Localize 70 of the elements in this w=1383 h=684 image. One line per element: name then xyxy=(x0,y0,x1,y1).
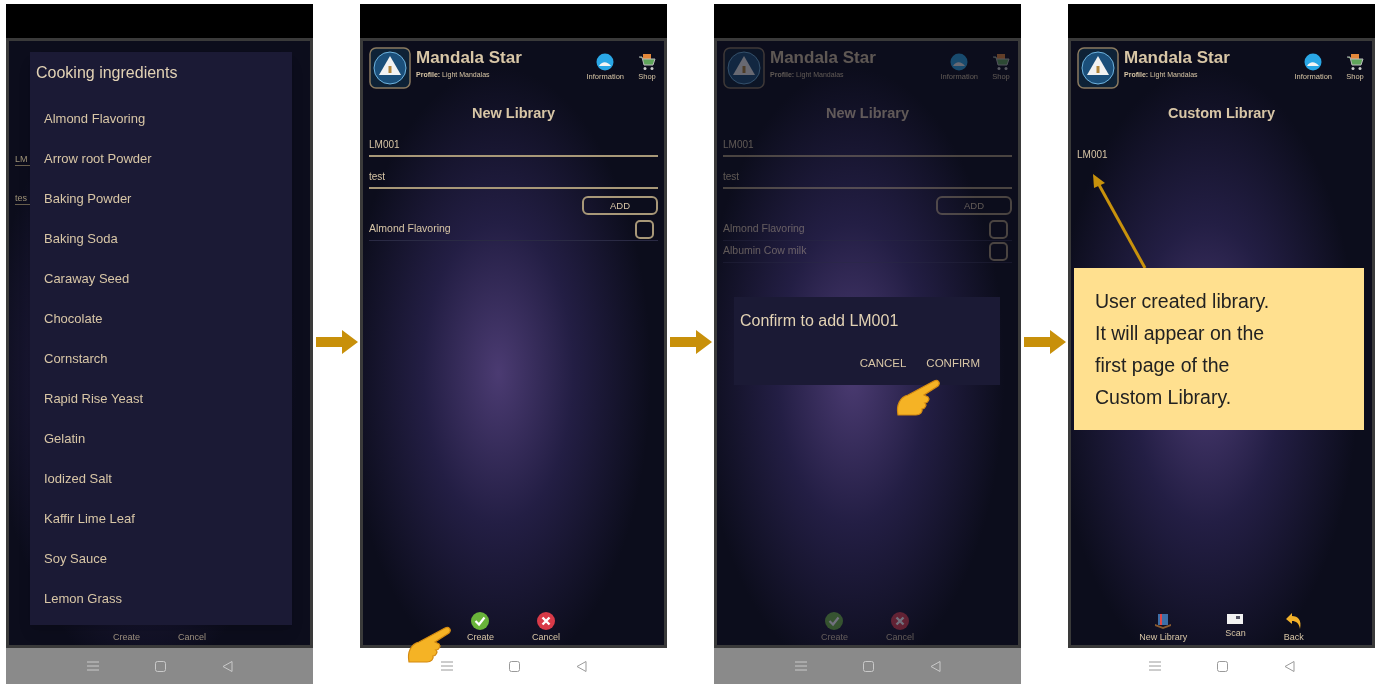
ingredient-option[interactable]: Rapid Rise Yeast xyxy=(30,379,292,419)
close-icon xyxy=(537,612,555,630)
menu-icon[interactable] xyxy=(86,661,99,671)
ingredient-name: Almond Flavoring xyxy=(723,221,805,237)
cart-icon xyxy=(1346,53,1364,71)
back-icon[interactable] xyxy=(929,660,941,672)
app-title: Mandala Star xyxy=(770,47,876,69)
cart-icon xyxy=(992,53,1010,71)
envelope-icon xyxy=(1226,612,1245,626)
app-title: Mandala Star xyxy=(1124,47,1230,69)
square-icon[interactable] xyxy=(508,660,520,672)
back-icon[interactable] xyxy=(221,660,233,672)
ingredient-option[interactable]: Gelatin xyxy=(30,419,292,459)
ingredient-option[interactable]: Lemon Grass xyxy=(30,579,292,619)
planet-icon xyxy=(1304,53,1323,71)
back-icon[interactable] xyxy=(575,660,587,672)
toolbar-button[interactable]: Cancel xyxy=(178,632,206,643)
app-logo xyxy=(723,47,765,89)
back-icon[interactable] xyxy=(1283,660,1295,672)
page-title: New Library xyxy=(826,104,909,123)
app-logo xyxy=(1077,47,1119,89)
ingredient-option[interactable]: Baking Powder xyxy=(30,179,292,219)
page-title: New Library xyxy=(472,104,555,123)
checkbox[interactable] xyxy=(635,219,654,239)
ingredient-option[interactable]: Iodized Salt xyxy=(30,459,292,499)
menu-icon[interactable] xyxy=(440,661,453,671)
ingredient-option[interactable]: Soy Sauce xyxy=(30,539,292,579)
input-field[interactable]: LM001 xyxy=(369,137,658,157)
planet-icon xyxy=(596,53,615,71)
toolbar-button[interactable]: Create xyxy=(113,632,140,643)
dialog-button[interactable]: CONFIRM xyxy=(926,355,980,373)
ingredient-option[interactable]: Arrow root Powder xyxy=(30,139,292,179)
library-item[interactable]: LM001 xyxy=(1077,148,1108,160)
ingredient-name: Albumin Cow milk xyxy=(723,243,807,259)
input-field[interactable]: test xyxy=(369,169,658,189)
app-logo xyxy=(369,47,411,89)
check-icon xyxy=(825,612,844,630)
page-title: Custom Library xyxy=(1167,104,1276,123)
toolbar-button[interactable]: Scan xyxy=(1225,612,1246,643)
ingredient-option[interactable]: Baking Soda xyxy=(30,219,292,259)
toolbar-button[interactable]: Back xyxy=(1283,612,1304,643)
toolbar-button[interactable]: Cancel xyxy=(532,612,560,643)
toolbar-button[interactable]: New Library xyxy=(1139,612,1188,643)
check-icon xyxy=(471,612,490,630)
dialog-title: Cooking ingredients xyxy=(35,63,179,83)
book-icon xyxy=(1154,612,1173,630)
menu-icon[interactable] xyxy=(794,661,807,671)
add-button[interactable]: ADD xyxy=(582,195,658,215)
ingredient-name: Almond Flavoring xyxy=(369,221,451,237)
app-title: Mandala Star xyxy=(416,47,522,69)
ingredient-option[interactable]: Chocolate xyxy=(30,299,292,339)
close-icon xyxy=(891,612,909,630)
square-icon[interactable] xyxy=(862,660,874,672)
dialog-button[interactable]: CANCEL xyxy=(859,355,907,373)
ingredient-option[interactable]: Almond Flavoring xyxy=(30,99,292,139)
square-icon[interactable] xyxy=(1216,660,1228,672)
back-arrow-icon xyxy=(1284,612,1303,630)
right-arrow-icon xyxy=(669,330,712,354)
ingredient-option[interactable]: Kaffir Lime Leaf xyxy=(30,499,292,539)
right-arrow-icon xyxy=(315,330,358,354)
menu-icon[interactable] xyxy=(1148,661,1161,671)
planet-icon xyxy=(950,53,969,71)
toolbar-button[interactable]: Create xyxy=(467,612,494,643)
callout-note: User created library. It will appear on the first page of the Custom Library. xyxy=(1074,268,1364,430)
dialog-title: Confirm to add LM001 xyxy=(740,311,900,331)
square-icon[interactable] xyxy=(154,660,166,672)
cart-icon xyxy=(638,53,656,71)
ingredient-option[interactable]: Cornstarch xyxy=(30,339,292,379)
right-arrow-icon xyxy=(1023,330,1066,354)
ingredient-option[interactable]: Caraway Seed xyxy=(30,259,292,299)
